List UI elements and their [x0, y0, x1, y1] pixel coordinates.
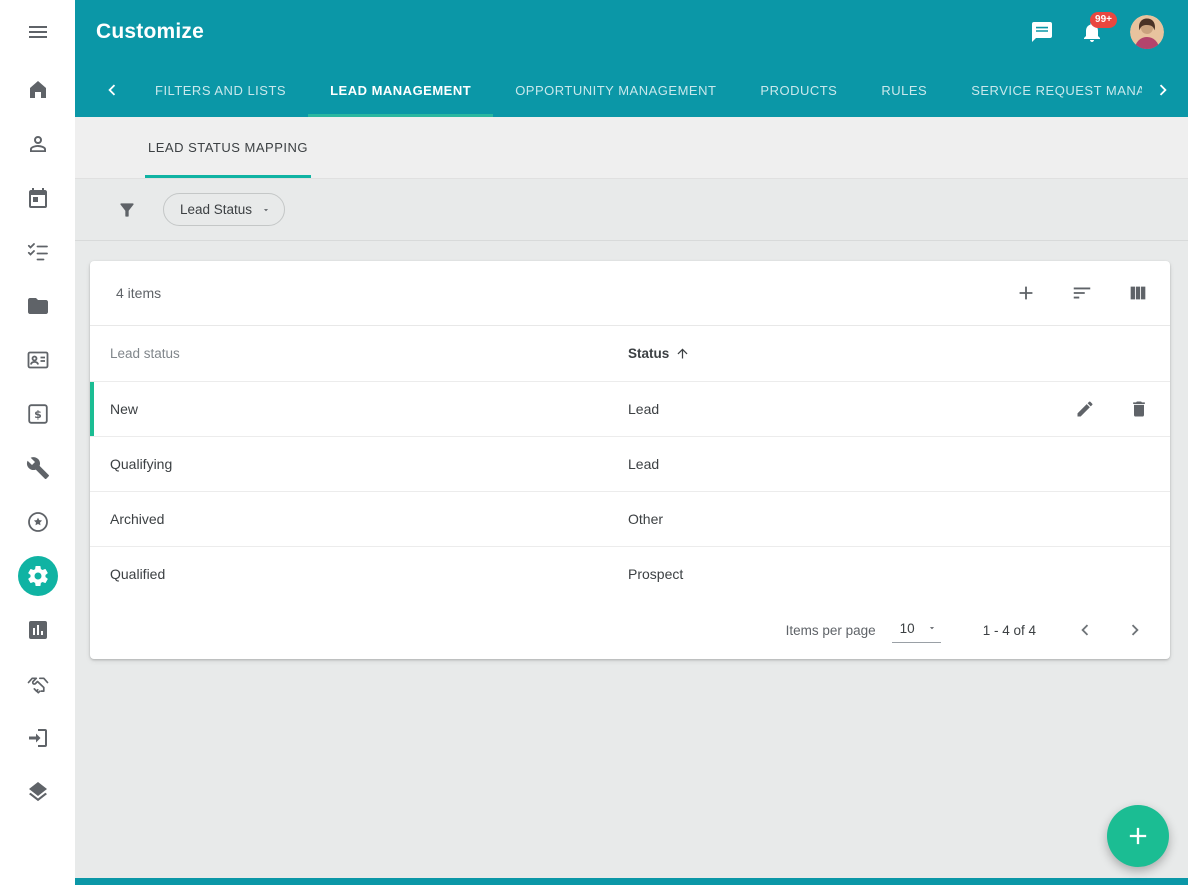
chevron-right-icon [1152, 79, 1174, 101]
paginator: Items per page 10 1 - 4 of 4 [90, 601, 1170, 659]
notifications-button[interactable]: 99+ [1080, 20, 1104, 44]
star-badge-icon [26, 510, 50, 534]
status-cell: Lead [628, 401, 1075, 417]
lead-status-cell: Qualified [110, 566, 628, 582]
filter-funnel-icon [117, 200, 137, 220]
table-row[interactable]: Archived Other [90, 491, 1170, 546]
layers-icon [26, 780, 50, 804]
tab-rules[interactable]: RULES [859, 63, 949, 117]
page-range-label: 1 - 4 of 4 [983, 623, 1036, 638]
page-size-select[interactable]: 10 [892, 618, 941, 643]
row-actions [1075, 399, 1149, 419]
app-header: Customize 99+ [75, 0, 1188, 63]
person-icon [26, 132, 50, 156]
tab-filters-and-lists[interactable]: FILTERS AND LISTS [133, 63, 308, 117]
home-icon [26, 78, 50, 102]
sidebar-item-deals[interactable] [18, 664, 58, 704]
chevron-left-icon [101, 79, 123, 101]
sidebar-item-invoices[interactable]: $ [18, 394, 58, 434]
messages-button[interactable] [1030, 20, 1054, 44]
bottom-accent-strip [75, 878, 1188, 885]
svg-text:$: $ [34, 408, 42, 421]
checklist-icon [26, 240, 50, 264]
lead-status-cell: New [110, 401, 628, 417]
table-row[interactable]: Qualifying Lead [90, 436, 1170, 491]
lead-status-cell: Archived [110, 511, 628, 527]
column-status[interactable]: Status [628, 346, 1149, 361]
secondary-tab-bar: LEAD STATUS MAPPING [75, 117, 1188, 179]
sidebar-item-contact-cards[interactable] [18, 340, 58, 380]
login-icon [26, 726, 50, 750]
sidebar: $ [0, 0, 75, 885]
sidebar-item-tools[interactable] [18, 448, 58, 488]
column-status-label: Status [628, 346, 669, 361]
sort-icon[interactable] [1071, 282, 1093, 304]
chevron-down-icon [927, 623, 937, 633]
tab-products[interactable]: PRODUCTS [738, 63, 859, 117]
tab-lead-status-mapping[interactable]: LEAD STATUS MAPPING [145, 117, 311, 178]
folder-icon [26, 294, 50, 318]
items-count: 4 items [116, 285, 161, 301]
tabs-scroll-left-button[interactable] [91, 63, 133, 117]
notification-badge: 99+ [1090, 12, 1117, 28]
sidebar-item-stats[interactable] [18, 610, 58, 650]
chevron-down-icon [261, 205, 271, 215]
chat-icon [1030, 20, 1054, 44]
next-page-icon[interactable] [1124, 619, 1146, 641]
hamburger-icon [26, 20, 50, 44]
plus-icon [1124, 822, 1152, 850]
lead-status-filter-chip[interactable]: Lead Status [163, 193, 285, 226]
filter-button[interactable] [117, 200, 137, 220]
sidebar-item-settings[interactable] [18, 556, 58, 596]
sidebar-item-integrations[interactable] [18, 772, 58, 812]
card-header: 4 items [90, 261, 1170, 325]
sidebar-item-tasks[interactable] [18, 232, 58, 272]
tab-service-request-management[interactable]: SERVICE REQUEST MANAGEMENT [949, 63, 1142, 117]
tabs-strip: FILTERS AND LISTS LEAD MANAGEMENT OPPORT… [133, 63, 1142, 117]
page-size-value: 10 [900, 621, 915, 636]
dollar-invoice-icon: $ [26, 402, 50, 426]
menu-button[interactable] [18, 12, 58, 52]
column-lead-status: Lead status [110, 346, 628, 361]
lead-status-cell: Qualifying [110, 456, 628, 472]
sidebar-item-files[interactable] [18, 286, 58, 326]
wrench-icon [26, 456, 50, 480]
main-area: Customize 99+ FILTERS AND LISTS LEAD MAN… [75, 0, 1188, 885]
items-per-page-label: Items per page [786, 623, 876, 638]
sidebar-item-home[interactable] [18, 70, 58, 110]
sort-ascending-icon [675, 346, 690, 361]
filter-row: Lead Status [75, 179, 1188, 241]
status-cell: Lead [628, 456, 1149, 472]
sidebar-item-signin[interactable] [18, 718, 58, 758]
add-item-icon[interactable] [1015, 282, 1037, 304]
columns-icon[interactable] [1127, 282, 1149, 304]
gear-icon [26, 564, 50, 588]
page-title: Customize [96, 20, 204, 44]
calendar-icon [26, 186, 50, 210]
chip-label: Lead Status [180, 202, 252, 217]
status-cell: Other [628, 511, 1149, 527]
sidebar-item-loyalty[interactable] [18, 502, 58, 542]
delete-icon[interactable] [1129, 399, 1149, 419]
contact-card-icon [26, 348, 50, 372]
table-row[interactable]: Qualified Prospect [90, 546, 1170, 601]
handshake-icon [26, 672, 50, 696]
table-header-row: Lead status Status [90, 325, 1170, 381]
sidebar-item-contacts[interactable] [18, 124, 58, 164]
status-cell: Prospect [628, 566, 1149, 582]
bar-chart-icon [26, 618, 50, 642]
add-lead-status-fab[interactable] [1107, 805, 1169, 867]
tab-lead-management[interactable]: LEAD MANAGEMENT [308, 63, 493, 117]
previous-page-icon[interactable] [1074, 619, 1096, 641]
tab-opportunity-management[interactable]: OPPORTUNITY MANAGEMENT [493, 63, 738, 117]
avatar[interactable] [1130, 15, 1164, 49]
sidebar-item-calendar[interactable] [18, 178, 58, 218]
tabs-scroll-right-button[interactable] [1142, 63, 1184, 117]
primary-tab-bar: FILTERS AND LISTS LEAD MANAGEMENT OPPORT… [75, 63, 1188, 117]
lead-status-card: 4 items Lead status Status New Lead Qua [90, 261, 1170, 659]
table-row[interactable]: New Lead [90, 381, 1170, 436]
edit-icon[interactable] [1075, 399, 1095, 419]
